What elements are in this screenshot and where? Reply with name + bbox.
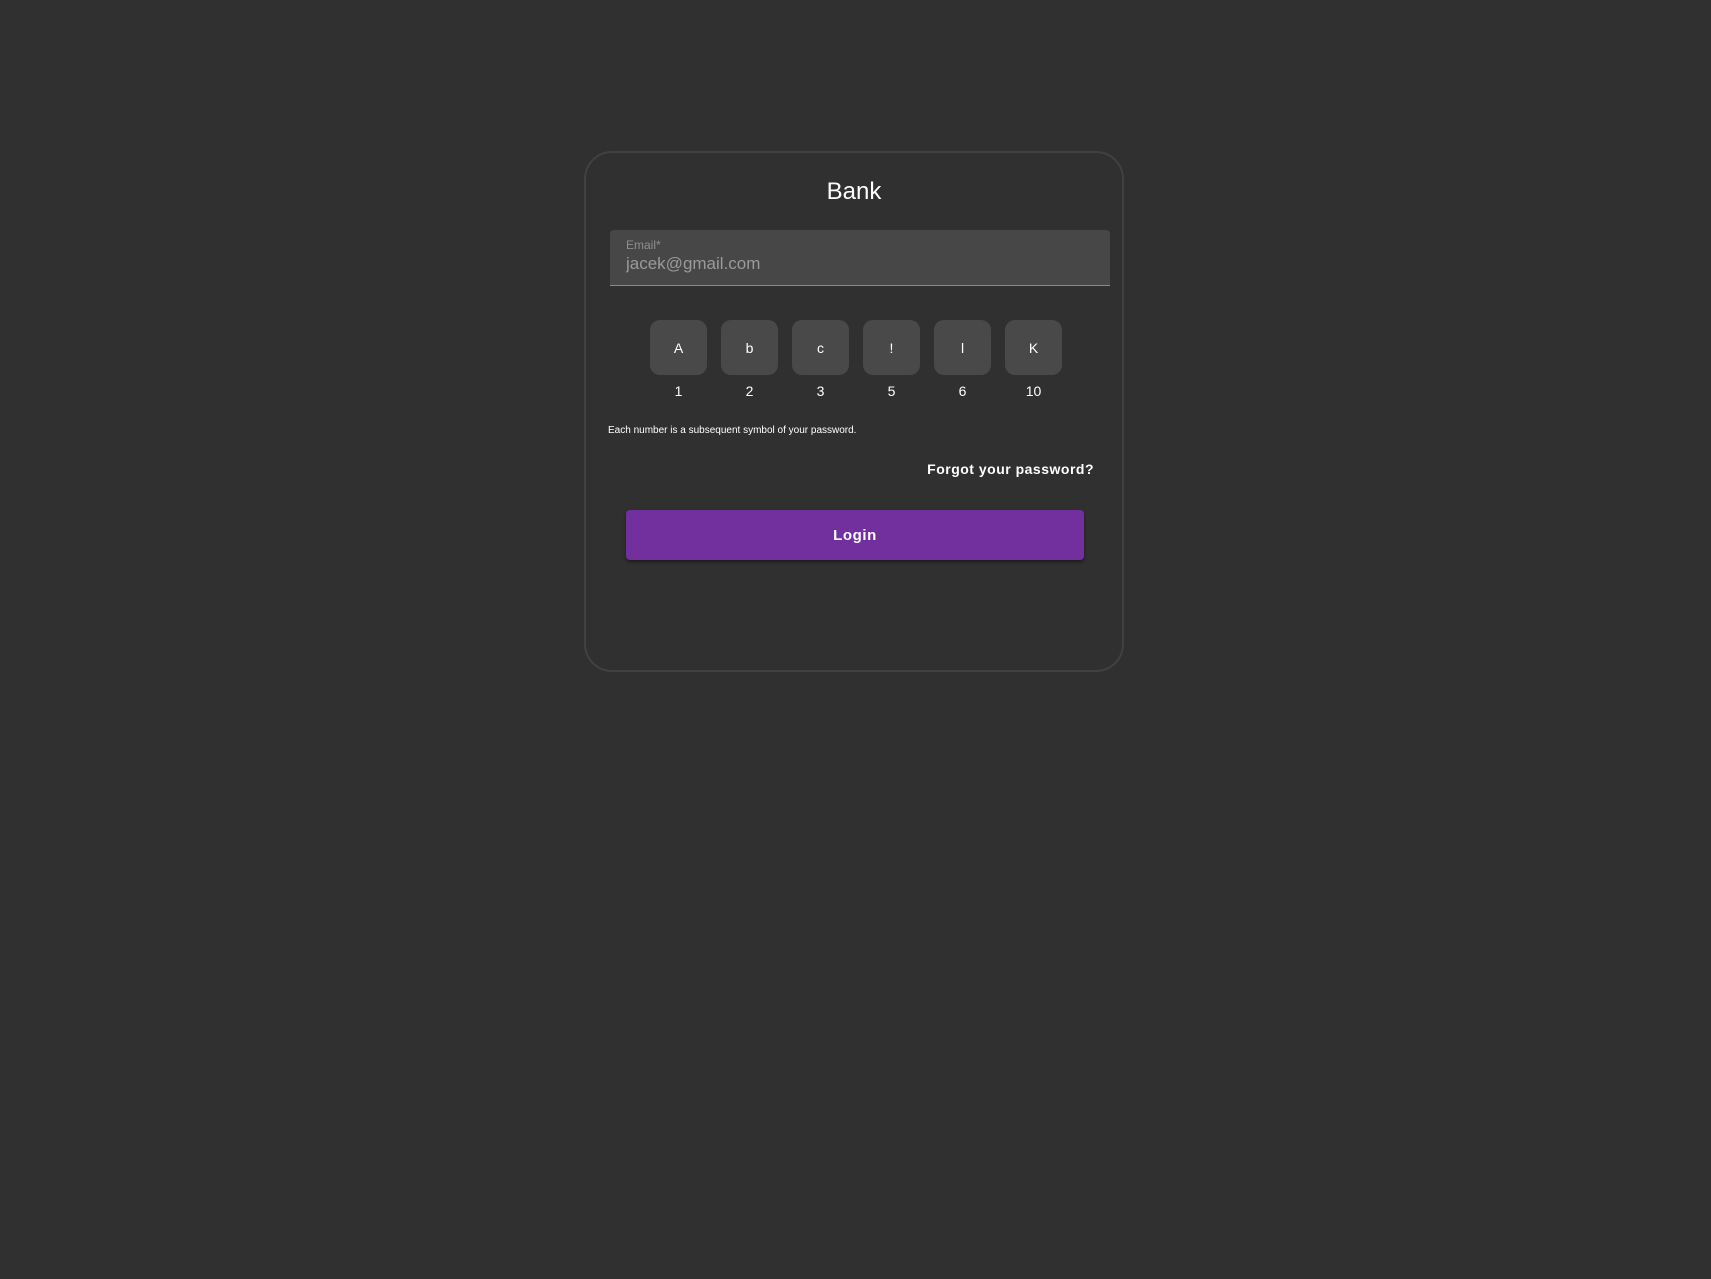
- password-char-index: 10: [1025, 383, 1042, 399]
- password-hint: Each number is a subsequent symbol of yo…: [608, 425, 857, 436]
- forgot-password-link[interactable]: Forgot your password?: [927, 461, 1094, 477]
- password-char-box[interactable]: !: [863, 320, 920, 375]
- login-button[interactable]: Login: [626, 510, 1084, 560]
- password-slot: ! 5: [863, 320, 920, 399]
- password-char-box[interactable]: l: [934, 320, 991, 375]
- password-slot: l 6: [934, 320, 991, 399]
- password-char-index: 2: [745, 383, 754, 399]
- password-char-index: 6: [958, 383, 967, 399]
- password-char-box[interactable]: c: [792, 320, 849, 375]
- email-label: Email*: [626, 238, 661, 252]
- password-slot: A 1: [650, 320, 707, 399]
- password-char-index: 1: [674, 383, 683, 399]
- password-char-box[interactable]: K: [1005, 320, 1062, 375]
- password-slot: c 3: [792, 320, 849, 399]
- password-slot: K 10: [1005, 320, 1062, 399]
- password-char-box[interactable]: A: [650, 320, 707, 375]
- password-slot: b 2: [721, 320, 778, 399]
- email-field[interactable]: Email*: [610, 230, 1110, 286]
- page-title: Bank: [826, 178, 882, 205]
- password-slots: A 1 b 2 c 3 ! 5 l 6 K 10: [650, 320, 1062, 399]
- password-char-box[interactable]: b: [721, 320, 778, 375]
- password-char-index: 3: [816, 383, 825, 399]
- login-card: Bank Email* A 1 b 2 c 3 ! 5 l 6 K 10 Eac…: [584, 151, 1124, 672]
- email-input[interactable]: [626, 254, 1086, 274]
- password-char-index: 5: [887, 383, 896, 399]
